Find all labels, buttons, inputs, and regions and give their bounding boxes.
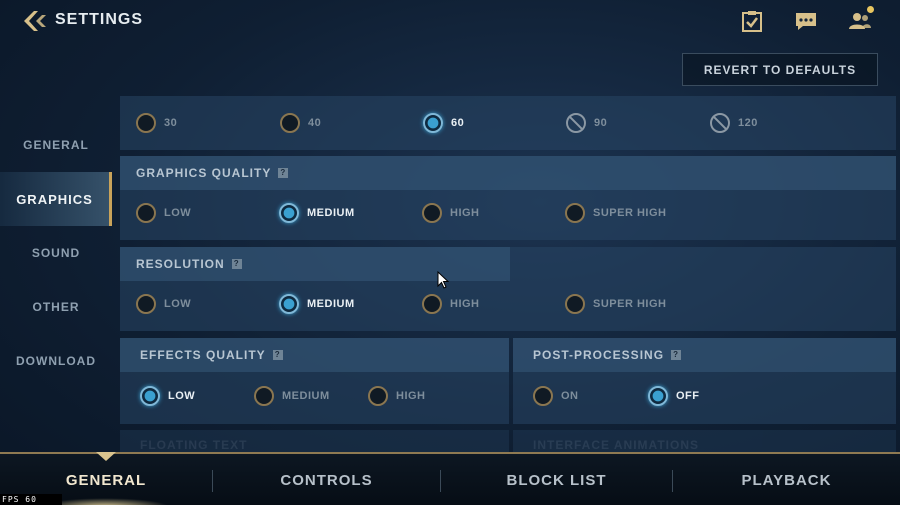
page-title: SETTINGS bbox=[55, 11, 144, 28]
checklist-icon[interactable] bbox=[740, 10, 764, 32]
top-bar: SETTINGS bbox=[0, 0, 900, 42]
radio-button[interactable] bbox=[280, 113, 300, 133]
help-icon[interactable]: ? bbox=[671, 350, 682, 360]
section-title: GRAPHICS QUALITY bbox=[136, 166, 272, 180]
sidebar-item-sound[interactable]: SOUND bbox=[0, 226, 112, 280]
radio-button[interactable] bbox=[422, 294, 442, 314]
notification-dot bbox=[867, 6, 874, 13]
fps-option-30[interactable]: 30 bbox=[136, 113, 177, 133]
frame-rate-panel: 30 40 60 90 120 bbox=[120, 96, 896, 150]
disabled-icon bbox=[566, 113, 586, 133]
post-processing-panel: POST-PROCESSING ? ON OFF bbox=[513, 338, 896, 424]
option-label: 30 bbox=[164, 117, 178, 129]
section-header: POST-PROCESSING ? bbox=[513, 338, 896, 372]
section-header: RESOLUTION ? bbox=[120, 247, 510, 281]
sidebar-item-general[interactable]: GENERAL bbox=[0, 118, 112, 172]
graphics-option-low[interactable]: LOW bbox=[136, 203, 191, 223]
post-processing-option-off[interactable]: OFF bbox=[648, 386, 700, 406]
radio-button-selected[interactable] bbox=[423, 113, 443, 133]
radio-button-selected[interactable] bbox=[279, 294, 299, 314]
resolution-option-low[interactable]: LOW bbox=[136, 294, 191, 314]
sidebar-item-graphics[interactable]: GRAPHICS bbox=[0, 172, 112, 226]
option-label: SUPER HIGH bbox=[593, 207, 667, 219]
help-icon[interactable]: ? bbox=[278, 168, 289, 178]
option-label: HIGH bbox=[450, 207, 480, 219]
revert-to-defaults-button[interactable]: REVERT TO DEFAULTS bbox=[682, 53, 878, 86]
radio-button[interactable] bbox=[422, 203, 442, 223]
section-header: EFFECTS QUALITY ? bbox=[120, 338, 509, 372]
resolution-option-medium[interactable]: MEDIUM bbox=[279, 294, 355, 314]
option-label: 60 bbox=[451, 117, 465, 129]
radio-button-selected[interactable] bbox=[279, 203, 299, 223]
chat-icon[interactable] bbox=[794, 10, 818, 32]
option-label: 120 bbox=[738, 117, 758, 129]
radio-button-selected[interactable] bbox=[648, 386, 668, 406]
effects-option-high[interactable]: HIGH bbox=[368, 386, 426, 406]
effects-option-medium[interactable]: MEDIUM bbox=[254, 386, 330, 406]
option-label: SUPER HIGH bbox=[593, 298, 667, 310]
resolution-option-super-high[interactable]: SUPER HIGH bbox=[565, 294, 666, 314]
friends-button[interactable] bbox=[848, 6, 874, 32]
effects-quality-panel: EFFECTS QUALITY ? LOW MEDIUM HIGH bbox=[120, 338, 509, 424]
option-label: ON bbox=[561, 390, 579, 402]
help-icon[interactable]: ? bbox=[231, 259, 242, 269]
fps-option-60[interactable]: 60 bbox=[423, 113, 464, 133]
disabled-icon bbox=[710, 113, 730, 133]
fps-option-40[interactable]: 40 bbox=[280, 113, 321, 133]
fps-option-90: 90 bbox=[566, 113, 607, 133]
graphics-quality-panel: GRAPHICS QUALITY ? LOW MEDIUM HIGH SUPER… bbox=[120, 156, 896, 240]
section-title: INTERFACE ANIMATIONS bbox=[533, 438, 699, 452]
option-label: HIGH bbox=[450, 298, 480, 310]
fps-option-120: 120 bbox=[710, 113, 758, 133]
sidebar-item-download[interactable]: DOWNLOAD bbox=[0, 334, 112, 388]
effects-option-low[interactable]: LOW bbox=[140, 386, 195, 406]
interface-animations-panel: INTERFACE ANIMATIONS bbox=[513, 430, 896, 452]
radio-button[interactable] bbox=[368, 386, 388, 406]
floating-text-panel: FLOATING TEXT bbox=[120, 430, 509, 452]
back-arrow-icon[interactable] bbox=[22, 9, 48, 33]
post-processing-option-on[interactable]: ON bbox=[533, 386, 579, 406]
graphics-option-super-high[interactable]: SUPER HIGH bbox=[565, 203, 666, 223]
bottom-nav: GENERAL CONTROLS BLOCK LIST PLAYBACK bbox=[0, 452, 900, 505]
sidebar-item-other[interactable]: OTHER bbox=[0, 280, 112, 334]
graphics-option-medium[interactable]: MEDIUM bbox=[279, 203, 355, 223]
option-label: OFF bbox=[676, 390, 700, 402]
option-label: MEDIUM bbox=[307, 298, 355, 310]
radio-button[interactable] bbox=[136, 203, 156, 223]
section-title: RESOLUTION bbox=[136, 257, 225, 271]
section-header: GRAPHICS QUALITY ? bbox=[120, 156, 896, 190]
option-label: LOW bbox=[168, 390, 196, 402]
tab-playback[interactable]: PLAYBACK bbox=[673, 454, 900, 505]
option-label: 90 bbox=[594, 117, 608, 129]
graphics-option-high[interactable]: HIGH bbox=[422, 203, 480, 223]
resolution-option-high[interactable]: HIGH bbox=[422, 294, 480, 314]
option-label: LOW bbox=[164, 298, 192, 310]
option-label: HIGH bbox=[396, 390, 426, 402]
radio-button[interactable] bbox=[533, 386, 553, 406]
friends-icon bbox=[849, 13, 871, 29]
resolution-panel: RESOLUTION ? LOW MEDIUM HIGH SUPER HIGH bbox=[120, 247, 896, 331]
option-label: MEDIUM bbox=[307, 207, 355, 219]
help-icon[interactable]: ? bbox=[272, 350, 283, 360]
section-title: EFFECTS QUALITY bbox=[140, 348, 266, 362]
fps-overlay: FPS 60 bbox=[0, 494, 62, 505]
mouse-cursor-icon bbox=[437, 271, 449, 289]
section-title: POST-PROCESSING bbox=[533, 348, 665, 362]
radio-button[interactable] bbox=[565, 294, 585, 314]
tab-controls[interactable]: CONTROLS bbox=[213, 454, 440, 505]
option-label: MEDIUM bbox=[282, 390, 330, 402]
radio-button-selected[interactable] bbox=[140, 386, 160, 406]
section-title: FLOATING TEXT bbox=[140, 438, 248, 452]
radio-button[interactable] bbox=[136, 294, 156, 314]
radio-button[interactable] bbox=[254, 386, 274, 406]
tab-block-list[interactable]: BLOCK LIST bbox=[441, 454, 672, 505]
radio-button[interactable] bbox=[136, 113, 156, 133]
option-label: 40 bbox=[308, 117, 322, 129]
option-label: LOW bbox=[164, 207, 192, 219]
radio-button[interactable] bbox=[565, 203, 585, 223]
